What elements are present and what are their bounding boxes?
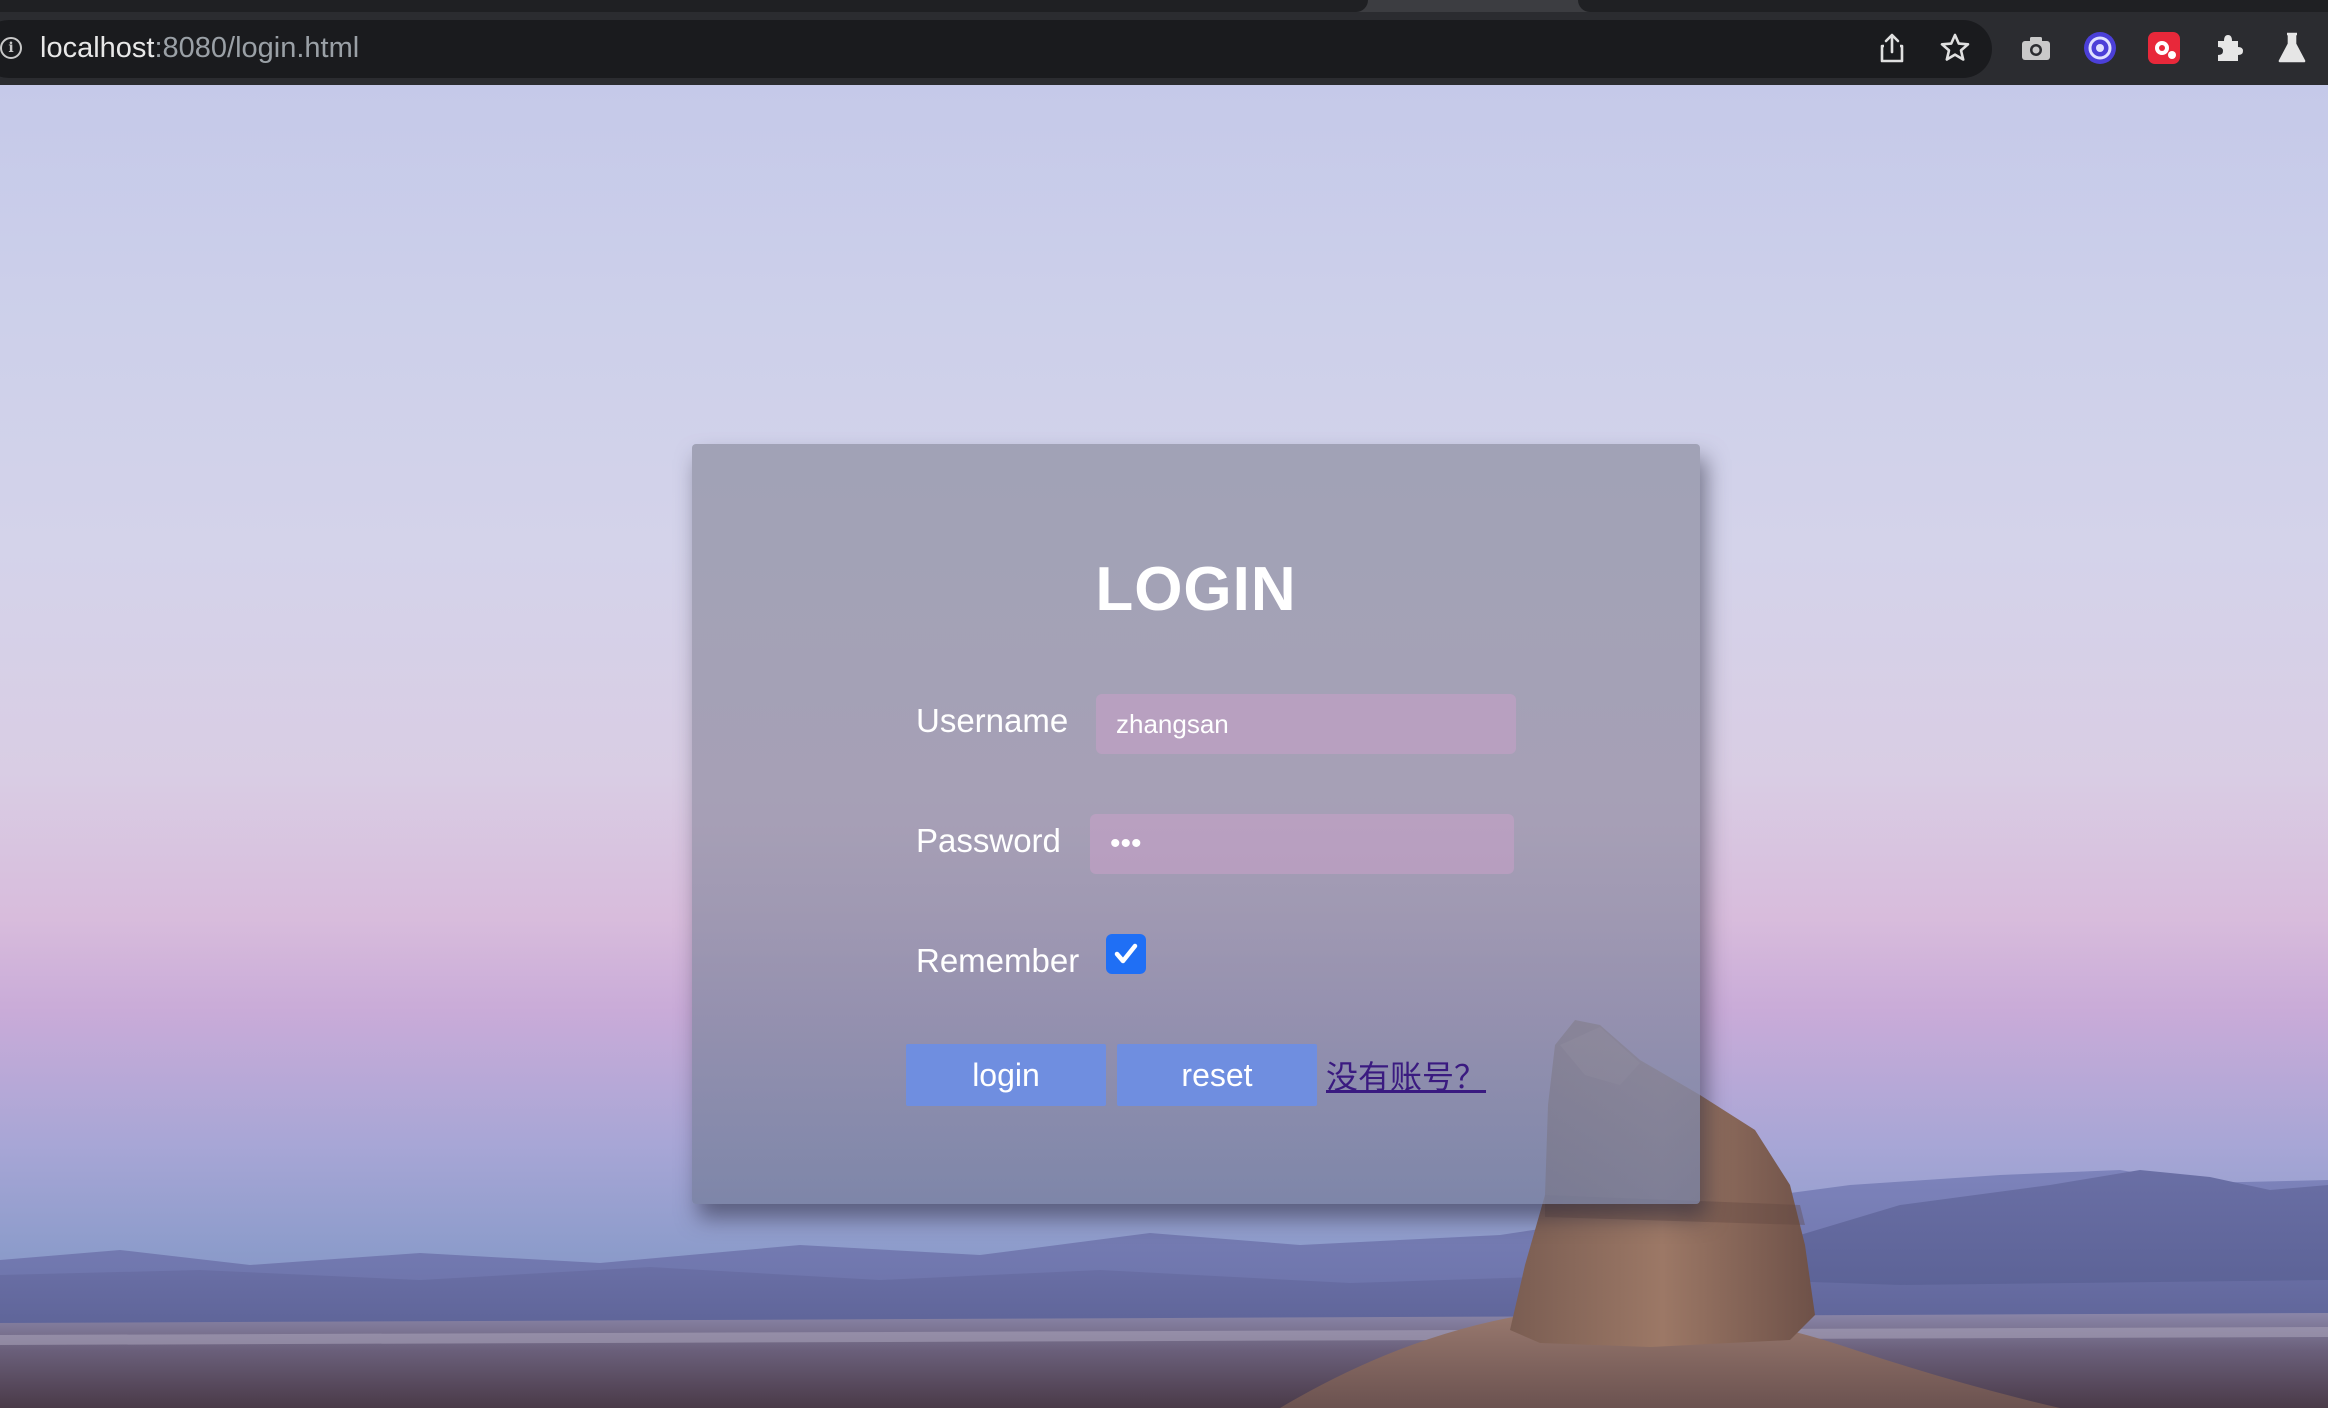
extensions-puzzle-icon[interactable] — [2210, 30, 2246, 66]
register-link[interactable]: 没有账号？ — [1326, 1052, 1486, 1098]
url-path: :8080/login.html — [154, 32, 360, 64]
login-title: LOGIN — [1095, 555, 1297, 624]
browser-tab[interactable] — [0, 0, 1368, 12]
share-icon[interactable] — [1874, 30, 1910, 66]
password-input[interactable]: ••• — [1090, 814, 1514, 874]
remember-checkbox[interactable] — [1106, 934, 1146, 974]
email-extension-icon[interactable] — [2082, 30, 2118, 66]
reset-button[interactable]: reset — [1117, 1044, 1317, 1106]
checkmark-icon — [1114, 943, 1138, 964]
url-host: localhost — [40, 32, 155, 64]
address-url[interactable]: localhost:8080/login.html — [40, 30, 359, 66]
login-button[interactable]: login — [906, 1044, 1106, 1106]
red-extension-icon[interactable] — [2146, 30, 2182, 66]
username-label: Username — [916, 702, 1069, 739]
browser-tab[interactable] — [1578, 0, 2328, 12]
labs-flask-icon[interactable] — [2274, 30, 2310, 66]
bookmark-star-icon[interactable] — [1937, 30, 1973, 66]
username-input[interactable]: zhangsan — [1096, 694, 1516, 754]
info-icon[interactable]: i — [0, 37, 22, 59]
camera-extension-icon[interactable] — [2018, 30, 2054, 66]
password-label: Password — [916, 822, 1061, 859]
remember-label: Remember — [916, 942, 1080, 979]
login-card: LOGIN Username zhangsan Password ••• Rem… — [692, 444, 1700, 1204]
